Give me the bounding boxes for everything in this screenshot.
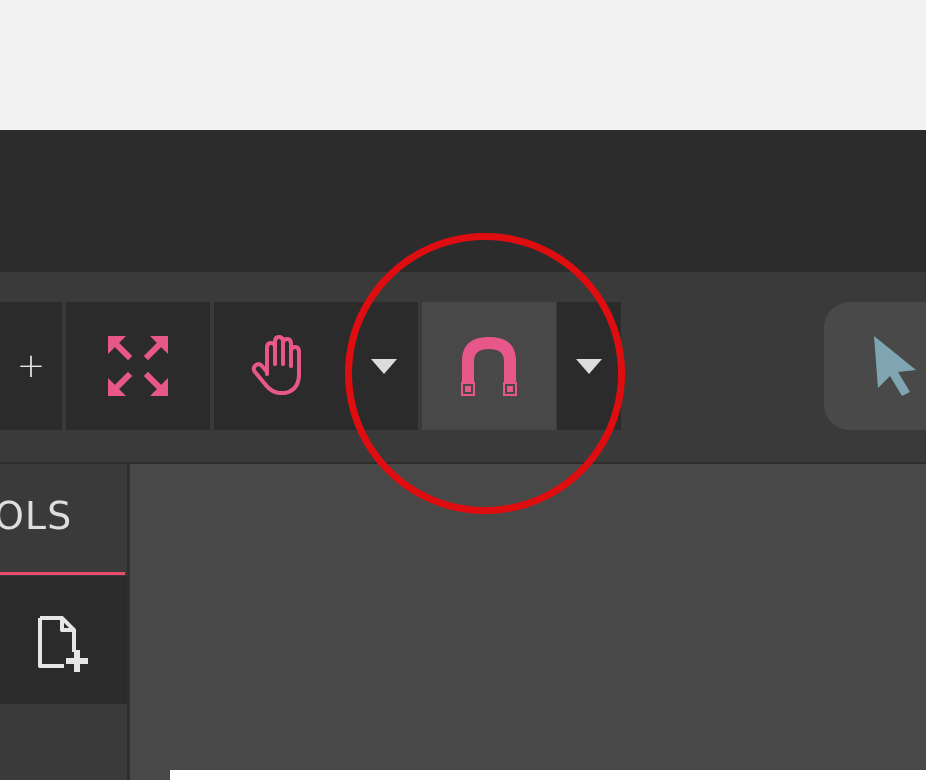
drawing-canvas[interactable] [130, 464, 926, 780]
title-bar [0, 130, 926, 272]
zoom-in-button[interactable]: + [0, 302, 62, 430]
pan-tool-dropdown[interactable] [350, 302, 418, 430]
chevron-down-icon [576, 358, 602, 374]
new-document-button[interactable] [0, 576, 127, 704]
zoom-in-label: + [16, 346, 46, 386]
chevron-down-icon [371, 358, 397, 374]
hand-icon [251, 335, 301, 395]
document-page [170, 770, 926, 780]
panel-tab-underline [0, 572, 125, 575]
cursor-arrow-icon [874, 336, 916, 396]
application-window: + OLS [0, 130, 926, 780]
snap-tool-button[interactable] [422, 302, 556, 430]
magnet-icon [461, 337, 517, 396]
snap-tool-dropdown[interactable] [557, 302, 621, 430]
page-background [0, 0, 926, 130]
new-document-icon [38, 616, 88, 672]
pan-tool-button[interactable] [214, 302, 350, 430]
select-tool-button[interactable] [824, 302, 926, 430]
fit-view-icon [108, 336, 168, 396]
tools-panel: OLS [0, 464, 127, 780]
fit-view-button[interactable] [66, 302, 210, 430]
panel-title: OLS [0, 494, 73, 538]
